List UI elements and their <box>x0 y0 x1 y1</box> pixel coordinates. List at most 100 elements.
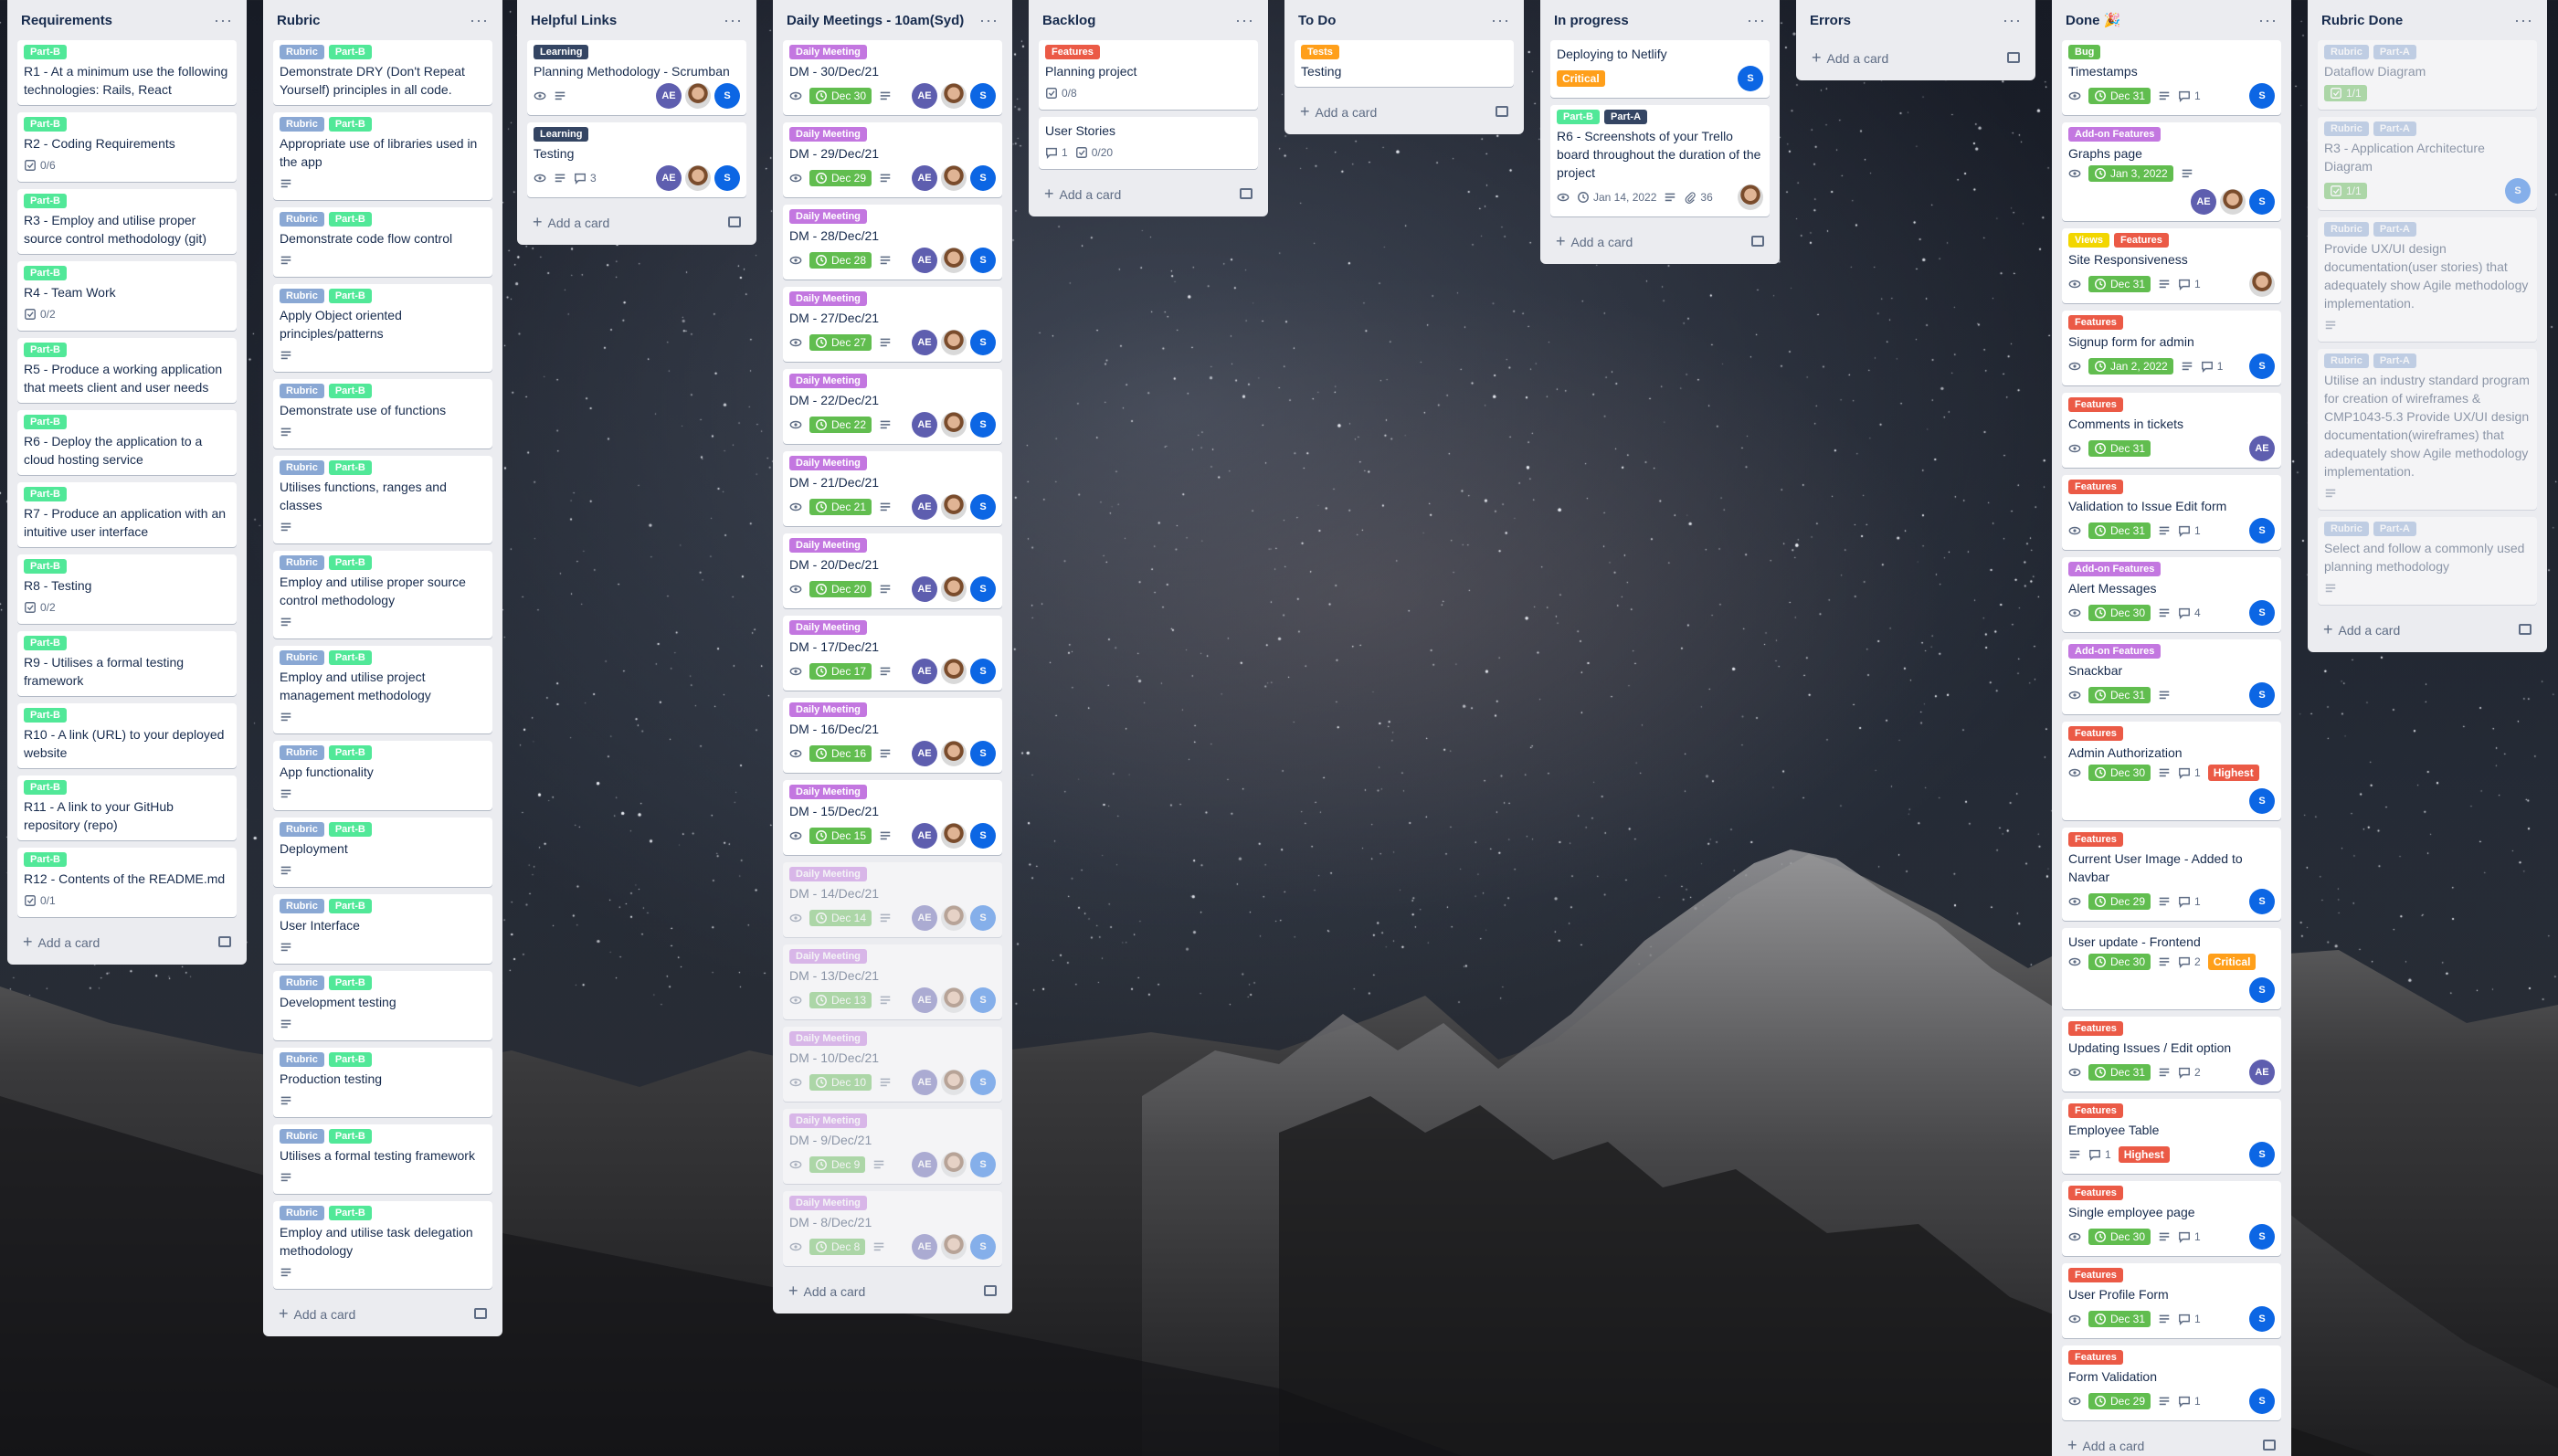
card[interactable]: Part-B R3 - Employ and utilise proper sou… <box>17 189 237 254</box>
card-label[interactable]: Rubric <box>2324 522 2369 536</box>
add-card-button[interactable]: + Add a card <box>1295 94 1514 129</box>
card[interactable]: Rubric Part-A Select and follow a commonly… <box>2318 517 2537 605</box>
card[interactable]: Rubric Part-A Provide UX/UI design documen… <box>2318 217 2537 342</box>
more-options-icon[interactable]: ··· <box>2003 12 2022 28</box>
card-label[interactable]: Bug <box>2068 45 2101 59</box>
due-date-badge[interactable]: Dec 30 <box>809 88 872 104</box>
list-title[interactable]: Requirements <box>21 13 112 28</box>
due-date-badge[interactable]: Dec 28 <box>809 252 872 269</box>
card-label[interactable]: Features <box>2068 315 2123 330</box>
due-date-badge[interactable]: Dec 30 <box>2088 605 2151 621</box>
card[interactable]: Rubric Part-B User Interface <box>273 894 492 964</box>
due-date-badge[interactable]: Dec 31 <box>2088 522 2151 539</box>
member-avatar[interactable]: AE <box>2249 1060 2275 1085</box>
member-avatar[interactable]: S <box>714 165 740 191</box>
member-avatar[interactable]: AE <box>656 165 682 191</box>
card-label[interactable]: Part-B <box>328 1206 372 1220</box>
card-template-icon[interactable] <box>1240 188 1253 199</box>
add-card-button[interactable]: + Add a card <box>1550 224 1770 258</box>
member-photo-avatar[interactable] <box>941 248 967 273</box>
card[interactable]: Features Admin Authorization Dec 30 1 Highes… <box>2062 722 2281 820</box>
card[interactable]: Views Features Site Responsiveness Dec 31 1 <box>2062 228 2281 303</box>
card-label[interactable]: Rubric <box>280 45 324 59</box>
card[interactable]: Rubric Part-A R3 - Application Architectur… <box>2318 117 2537 210</box>
more-options-icon[interactable]: ··· <box>470 12 489 28</box>
card-label[interactable]: Features <box>1045 45 1100 59</box>
member-avatar[interactable]: S <box>970 165 996 191</box>
member-avatar[interactable]: AE <box>656 83 682 109</box>
member-avatar[interactable]: S <box>970 1234 996 1260</box>
card-template-icon[interactable] <box>474 1308 487 1319</box>
card[interactable]: Part-B R6 - Deploy the application to a c… <box>17 410 237 475</box>
card[interactable]: Features Employee Table 1 Highest S <box>2062 1099 2281 1174</box>
member-avatar[interactable]: S <box>2249 83 2275 109</box>
card-label[interactable]: Part-B <box>24 487 68 501</box>
card[interactable]: Part-B R8 - Testing 0/2 <box>17 554 237 624</box>
card-label[interactable]: Daily Meeting <box>789 1113 867 1128</box>
card[interactable]: Add-on Features Alert Messages Dec 30 4 S <box>2062 557 2281 632</box>
member-photo-avatar[interactable] <box>941 1152 967 1177</box>
card-label[interactable]: Features <box>2068 1021 2123 1036</box>
card[interactable]: Daily Meeting DM - 27/Dec/21 Dec 27 AE S <box>783 287 1002 362</box>
more-options-icon[interactable]: ··· <box>724 12 743 28</box>
member-avatar[interactable]: S <box>970 494 996 520</box>
more-options-icon[interactable]: ··· <box>1235 12 1254 28</box>
member-photo-avatar[interactable] <box>941 659 967 684</box>
card-label[interactable]: Features <box>2068 480 2123 494</box>
member-avatar[interactable]: S <box>2505 178 2531 204</box>
member-avatar[interactable]: AE <box>912 83 937 109</box>
due-date-badge[interactable]: Dec 21 <box>809 499 872 515</box>
member-photo-avatar[interactable] <box>941 412 967 438</box>
card-label[interactable]: Rubric <box>280 555 324 570</box>
card-label[interactable]: Features <box>2068 397 2123 412</box>
card-label[interactable]: Part-B <box>328 117 372 132</box>
due-date-badge[interactable]: Jan 3, 2022 <box>2088 165 2173 182</box>
more-options-icon[interactable]: ··· <box>1747 12 1766 28</box>
member-avatar[interactable]: S <box>970 741 996 766</box>
card-label[interactable]: Daily Meeting <box>789 949 867 964</box>
card-label[interactable]: Tests <box>1301 45 1339 59</box>
due-date-badge[interactable]: Jan 2, 2022 <box>2088 358 2173 375</box>
member-photo-avatar[interactable] <box>941 83 967 109</box>
card-template-icon[interactable] <box>1751 236 1764 247</box>
card-label[interactable]: Part-B <box>328 1052 372 1067</box>
list-title[interactable]: Rubric <box>277 13 321 28</box>
member-avatar[interactable]: AE <box>912 165 937 191</box>
member-avatar[interactable]: S <box>2249 1224 2275 1250</box>
member-avatar[interactable]: S <box>2249 1388 2275 1414</box>
card-label[interactable]: Daily Meeting <box>789 374 867 388</box>
card-label[interactable]: Part-B <box>328 1129 372 1144</box>
card[interactable]: Daily Meeting DM - 22/Dec/21 Dec 22 AE S <box>783 369 1002 444</box>
member-avatar[interactable]: S <box>2249 353 2275 379</box>
add-card-button[interactable]: + Add a card <box>1806 40 2025 75</box>
card[interactable]: Daily Meeting DM - 20/Dec/21 Dec 20 AE S <box>783 533 1002 608</box>
card[interactable]: Rubric Part-B Apply Object oriented princi… <box>273 284 492 372</box>
card[interactable]: Features Updating Issues / Edit option Dec… <box>2062 1017 2281 1092</box>
member-photo-avatar[interactable] <box>941 987 967 1013</box>
card[interactable]: User Stories 1 0/20 <box>1039 117 1258 169</box>
due-date-badge[interactable]: Dec 16 <box>809 745 872 762</box>
member-avatar[interactable]: S <box>970 1070 996 1095</box>
due-date-badge[interactable]: Dec 31 <box>2088 276 2151 292</box>
card-label[interactable]: Daily Meeting <box>789 127 867 142</box>
card-label[interactable]: Features <box>2068 1186 2123 1200</box>
card[interactable]: Rubric Part-B Production testing <box>273 1048 492 1117</box>
due-date-badge[interactable]: Dec 22 <box>809 417 872 433</box>
member-avatar[interactable]: S <box>2249 600 2275 626</box>
card-label[interactable]: Features <box>2068 1350 2123 1365</box>
add-card-button[interactable]: + Add a card <box>2062 1428 2281 1456</box>
member-avatar[interactable]: AE <box>912 1152 937 1177</box>
card-label[interactable]: Part-B <box>24 194 68 208</box>
card[interactable]: Rubric Part-B Utilises functions, ranges a… <box>273 456 492 543</box>
card-label[interactable]: Add-on Features <box>2068 562 2162 576</box>
card-label[interactable]: Part-B <box>328 976 372 990</box>
card-label[interactable]: Part-B <box>24 636 68 650</box>
member-avatar[interactable]: S <box>2249 788 2275 814</box>
list-title[interactable]: Daily Meetings - 10am(Syd) <box>787 13 964 28</box>
member-avatar[interactable]: AE <box>912 823 937 849</box>
card[interactable]: Part-B R10 - A link (URL) to your deploye… <box>17 703 237 768</box>
card-label[interactable]: Learning <box>534 45 589 59</box>
card[interactable]: Daily Meeting DM - 16/Dec/21 Dec 16 AE S <box>783 698 1002 773</box>
card[interactable]: Rubric Part-B Employ and utilise project m… <box>273 646 492 733</box>
member-avatar[interactable]: S <box>2249 889 2275 914</box>
